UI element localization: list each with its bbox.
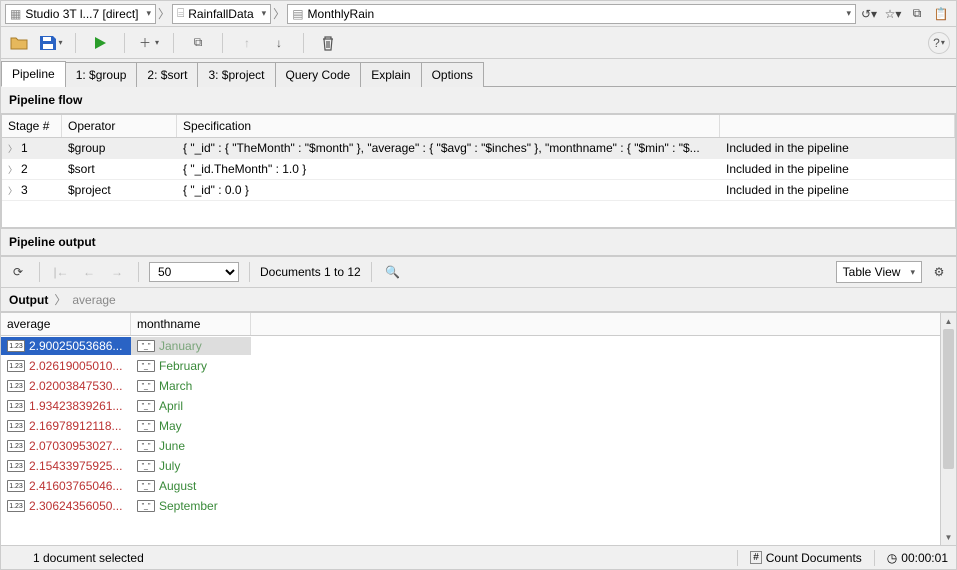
tab-2-sort[interactable]: 2: $sort [136,62,198,87]
collection-dropdown[interactable]: ▤ MonthlyRain ▾ [287,4,856,24]
vertical-scrollbar[interactable]: ▲ ▼ [940,313,956,545]
chevron-down-icon: ▾ [147,8,152,19]
pipeline-stage-row[interactable]: 〉1$group{ "_id" : { "TheMonth" : "$month… [2,138,955,159]
breadcrumb-chevron-icon: 〉 [54,291,66,308]
add-stage-button[interactable]: ＋▾ [137,31,161,55]
delete-button[interactable] [316,31,340,55]
output-leaf: average [72,293,115,307]
number-type-icon: 1.23 [7,500,25,512]
table-row[interactable]: 1.232.90025053686..."_"January [1,336,940,356]
view-mode-select[interactable]: Table View ▾ [836,261,922,283]
string-type-icon: "_" [137,340,155,352]
number-type-icon: 1.23 [7,340,25,352]
col-spec-header[interactable]: Specification [177,115,720,137]
string-type-icon: "_" [137,460,155,472]
timer-label: ◷ 00:00:01 [887,551,948,565]
collection-label: MonthlyRain [308,7,375,21]
pipeline-stage-row[interactable]: 〉3$project{ "_id" : 0.0 }Included in the… [2,180,955,201]
copy-button[interactable]: ⧉ [906,3,928,25]
save-button[interactable]: ▾ [39,31,63,55]
hash-icon: # [750,551,762,564]
table-row[interactable]: 1.232.15433975925..."_"July [1,456,940,476]
table-row[interactable]: 1.232.30624356050..."_"September [1,496,940,516]
tab-query-code[interactable]: Query Code [275,62,362,87]
tab-pipeline[interactable]: Pipeline [1,61,66,87]
table-row[interactable]: 1.231.93423839261..."_"April [1,396,940,416]
duplicate-button[interactable]: ⧉ [186,31,210,55]
move-up-button[interactable]: ↑ [235,31,259,55]
chevron-down-icon: ▾ [846,8,851,19]
table-row[interactable]: 1.232.02619005010..."_"February [1,356,940,376]
string-type-icon: "_" [137,440,155,452]
run-button[interactable] [88,31,112,55]
prev-page-button[interactable]: ← [78,261,100,283]
move-down-button[interactable]: ↓ [267,31,291,55]
next-page-button[interactable]: → [106,261,128,283]
number-type-icon: 1.23 [7,360,25,372]
string-type-icon: "_" [137,500,155,512]
table-row[interactable]: 1.232.41603765046..."_"August [1,476,940,496]
first-page-button[interactable]: |← [50,261,72,283]
col-status-header[interactable] [720,115,955,137]
scroll-thumb[interactable] [943,329,954,469]
connection-dropdown[interactable]: ▦ Studio 3T l...7 [direct] ▾ [5,4,156,24]
pipeline-stage-row[interactable]: 〉2$sort{ "_id.TheMonth" : 1.0 }Included … [2,159,955,180]
count-documents-button[interactable]: # Count Documents [750,551,862,565]
table-row[interactable]: 1.232.16978912118..."_"May [1,416,940,436]
string-type-icon: "_" [137,480,155,492]
favorite-button[interactable]: ☆▾ [882,3,904,25]
server-icon: ▦ [10,7,21,21]
string-type-icon: "_" [137,400,155,412]
number-type-icon: 1.23 [7,400,25,412]
number-type-icon: 1.23 [7,440,25,452]
scroll-up-icon[interactable]: ▲ [941,313,956,329]
pipeline-output-header: Pipeline output [1,228,956,256]
find-button[interactable]: 🔍 [382,261,404,283]
tab-3-project[interactable]: 3: $project [197,62,275,87]
help-button[interactable]: ?▾ [928,32,950,54]
tab-options[interactable]: Options [421,62,484,87]
refresh-button[interactable]: ⟳ [7,261,29,283]
breadcrumb-separator-icon: 〉 [273,5,285,22]
database-icon: ⌸ [177,6,184,21]
col-monthname-header[interactable]: monthname [131,313,251,335]
selection-status: 1 document selected [33,551,144,565]
settings-button[interactable]: ⚙ [928,261,950,283]
col-operator-header[interactable]: Operator [62,115,177,137]
collection-icon: ▤ [292,7,303,21]
database-dropdown[interactable]: ⌸ RainfallData ▾ [172,4,271,24]
tab-1-group[interactable]: 1: $group [65,62,138,87]
open-button[interactable] [7,31,31,55]
number-type-icon: 1.23 [7,420,25,432]
table-row[interactable]: 1.232.07030953027..."_"June [1,436,940,456]
number-type-icon: 1.23 [7,380,25,392]
number-type-icon: 1.23 [7,480,25,492]
scroll-down-icon[interactable]: ▼ [941,529,956,545]
table-row[interactable]: 1.232.02003847530..."_"March [1,376,940,396]
col-stage-header[interactable]: Stage # [2,115,62,137]
page-size-select[interactable]: 50 [149,262,239,282]
chevron-right-icon: 〉 [8,184,17,197]
string-type-icon: "_" [137,360,155,372]
output-root[interactable]: Output [9,293,48,307]
string-type-icon: "_" [137,380,155,392]
number-type-icon: 1.23 [7,460,25,472]
col-average-header[interactable]: average [1,313,131,335]
breadcrumb-separator-icon: 〉 [158,5,170,22]
chevron-right-icon: 〉 [8,163,17,176]
string-type-icon: "_" [137,420,155,432]
paste-button[interactable]: 📋 [930,3,952,25]
chevron-down-icon: ▾ [262,8,267,19]
chevron-down-icon: ▾ [910,267,915,278]
clock-icon: ◷ [887,551,897,565]
tab-explain[interactable]: Explain [360,62,421,87]
pipeline-flow-header: Pipeline flow [1,87,956,114]
chevron-right-icon: 〉 [8,142,17,155]
connection-label: Studio 3T l...7 [direct] [25,7,138,21]
documents-range-label: Documents 1 to 12 [260,265,361,279]
database-label: RainfallData [188,7,253,21]
history-button[interactable]: ↺▾ [858,3,880,25]
pipeline-tabs: Pipeline1: $group2: $sort3: $projectQuer… [1,59,956,87]
chevron-down-icon: ▾ [58,38,62,47]
